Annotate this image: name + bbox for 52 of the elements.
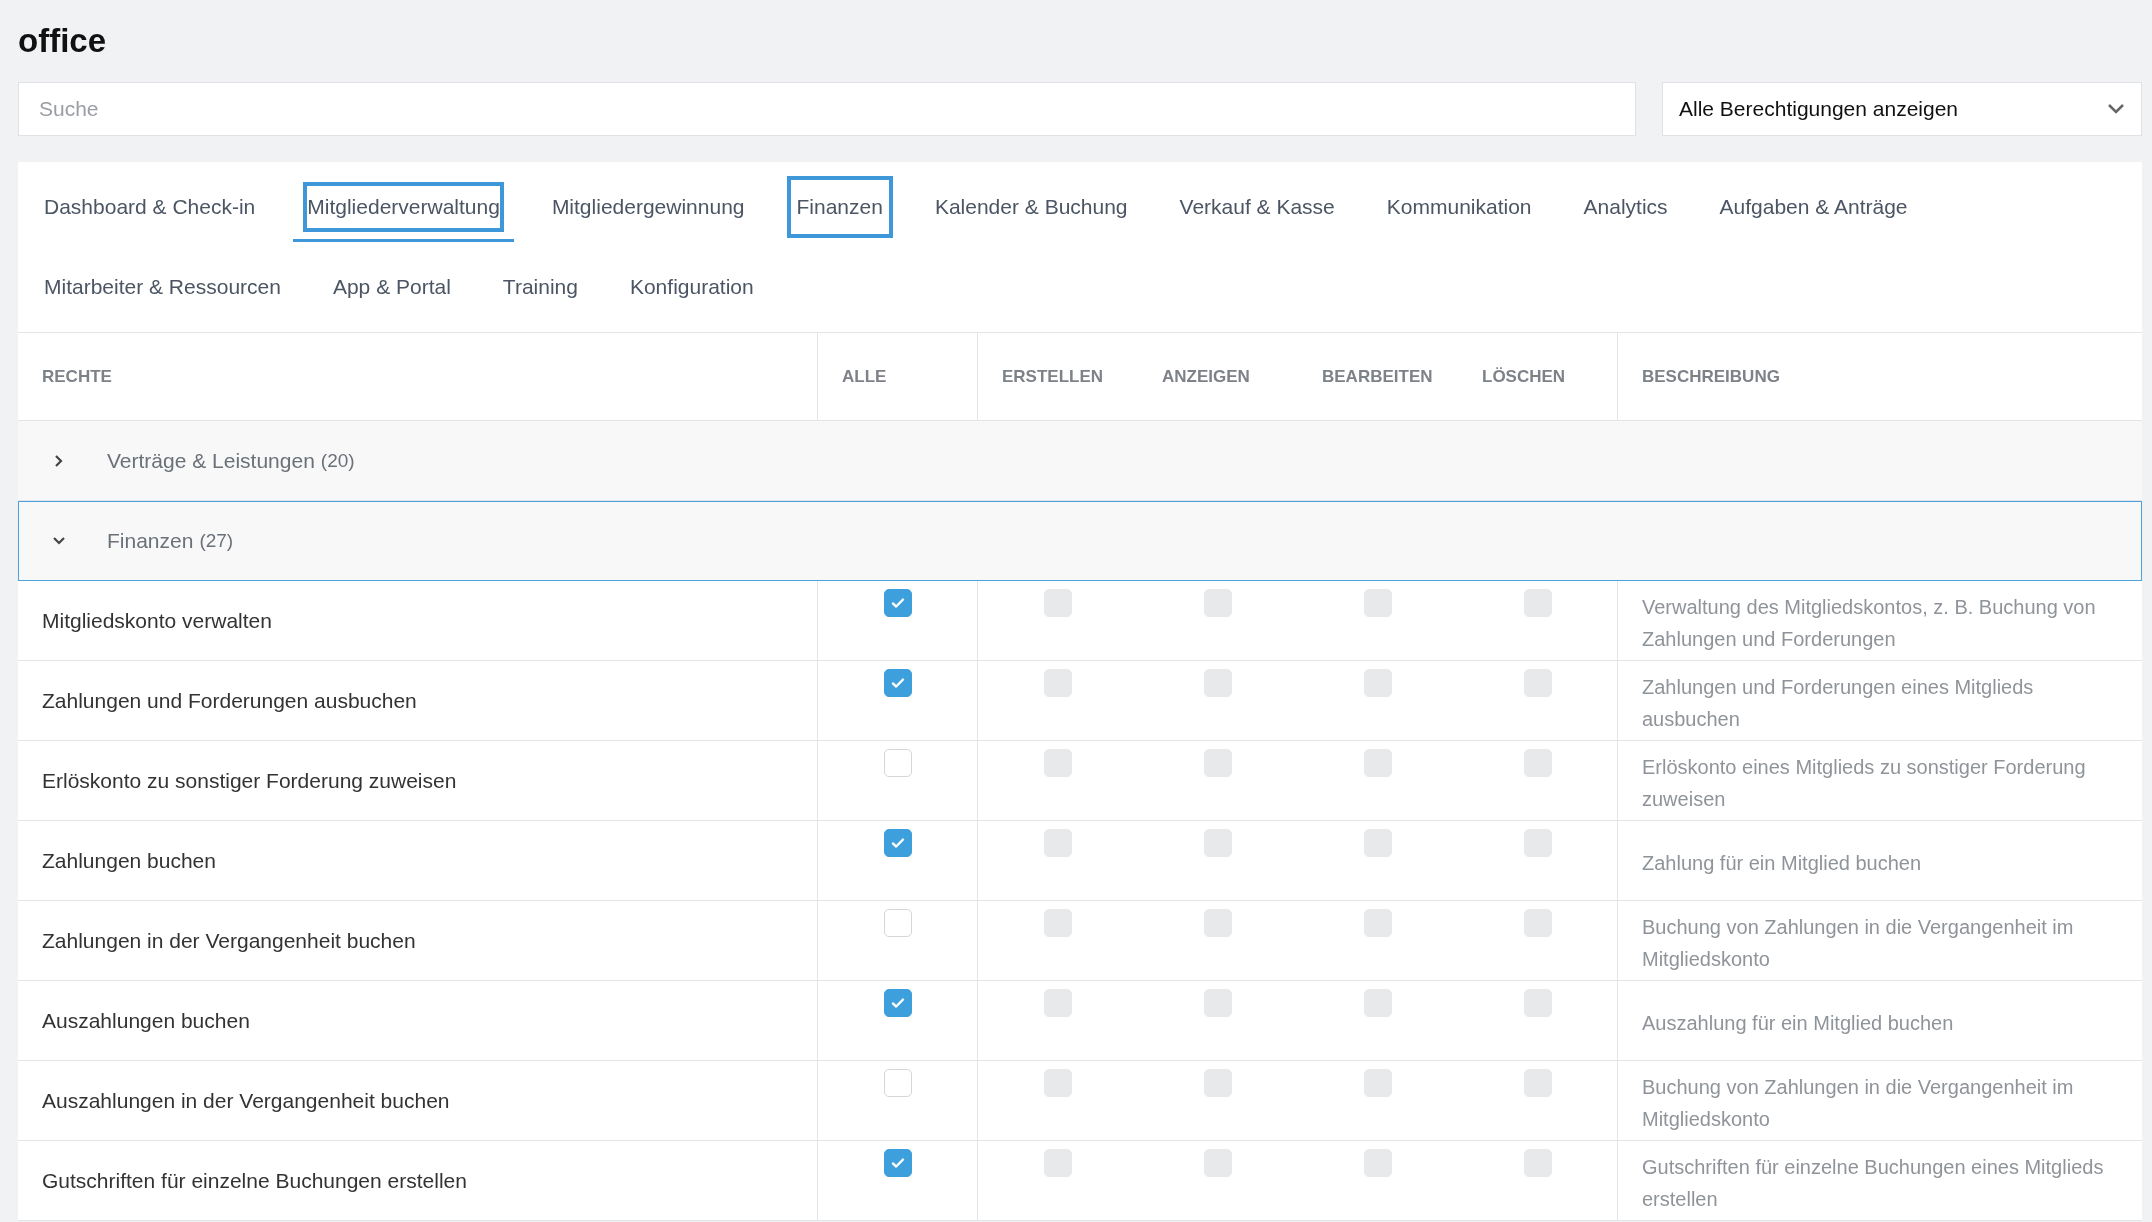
permission-name: Erlöskonto zu sonstiger Forderung zuweisen	[41, 768, 457, 793]
tab[interactable]: Mitarbeiter & Ressourcen	[30, 252, 295, 322]
tab[interactable]: Kalender & Buchung	[920, 172, 1142, 242]
page-title: office	[18, 22, 107, 60]
check-icon	[889, 835, 906, 851]
checkbox[interactable]	[883, 749, 912, 777]
tab[interactable]: Analytics	[1569, 172, 1682, 242]
filter-dropdown[interactable]: Alle Berechtigungen anzeigen	[1662, 82, 2142, 136]
tab[interactable]: Training	[488, 252, 592, 322]
check-icon	[889, 675, 906, 691]
checkbox[interactable]	[883, 989, 912, 1017]
check-icon	[889, 995, 906, 1011]
tab[interactable]: Dashboard & Check-in	[30, 172, 270, 242]
group-count: (27)	[199, 530, 234, 552]
tab[interactable]: Konfiguration	[615, 252, 768, 322]
tab[interactable]: Aufgaben & Anträge	[1705, 172, 1922, 242]
group-row[interactable]: Verträge & Leistungen (20)	[18, 421, 2142, 501]
checkbox[interactable]	[883, 1069, 912, 1097]
permission-name: Zahlungen in der Vergangenheit buchen	[41, 928, 416, 953]
checkbox[interactable]	[883, 829, 912, 857]
group-count: (20)	[320, 450, 355, 472]
permission-description: Erlöskonto eines Mitglieds zu sonstiger Forderung zuweisen	[1641, 754, 2087, 812]
group-name: Finanzen	[107, 529, 194, 553]
checkbox[interactable]	[883, 669, 912, 697]
permission-description: Zahlungen und Forderungen eines Mitglieds ausbuchen	[1641, 674, 2035, 732]
checkbox[interactable]	[883, 1149, 912, 1177]
check-icon	[889, 1155, 906, 1171]
checkbox[interactable]	[883, 909, 912, 937]
permission-description: Zahlung für ein Mitglied buchen	[1641, 850, 1923, 876]
permission-description: Buchung von Zahlungen in die Vergangenheit im Mitgliedskonto	[1641, 914, 2075, 972]
tab[interactable]: Finanzen	[782, 172, 897, 242]
tab[interactable]: Mitgliedergewinnung	[537, 172, 759, 242]
permission-description: Gutschriften für einzelne Buchungen eines Mitglieds erstellen	[1641, 1154, 2105, 1212]
chevron-down-icon	[2107, 103, 2125, 115]
permission-name: Mitgliedskonto verwalten	[41, 608, 272, 633]
permission-name: Zahlungen buchen	[41, 848, 216, 873]
group-row[interactable]: Finanzen (27)	[18, 501, 2142, 581]
tab[interactable]: App & Portal	[318, 252, 465, 322]
tab[interactable]: Verkauf & Kasse	[1165, 172, 1349, 242]
search-field[interactable]: Suche	[18, 82, 1636, 136]
group-name: Verträge & Leistungen	[107, 449, 315, 473]
permission-description: Auszahlung für ein Mitglied buchen	[1641, 1010, 1955, 1036]
permission-name: Auszahlungen buchen	[41, 1008, 250, 1033]
permission-name: Auszahlungen in der Vergangenheit buchen	[41, 1088, 450, 1113]
permission-name: Gutschriften für einzelne Buchungen erstellen	[41, 1168, 467, 1193]
permission-description: Buchung von Zahlungen in die Vergangenheit im Mitgliedskonto	[1641, 1074, 2075, 1132]
checkbox[interactable]	[883, 589, 912, 617]
tab[interactable]: Mitgliederverwaltung	[293, 172, 514, 242]
check-icon	[889, 595, 906, 611]
permission-description: Verwaltung des Mitgliedskontos, z. B. Buchung von Zahlungen und Forderungen	[1641, 594, 2097, 652]
tab[interactable]: Kommunikation	[1372, 172, 1546, 242]
permission-name: Zahlungen und Forderungen ausbuchen	[41, 688, 417, 713]
